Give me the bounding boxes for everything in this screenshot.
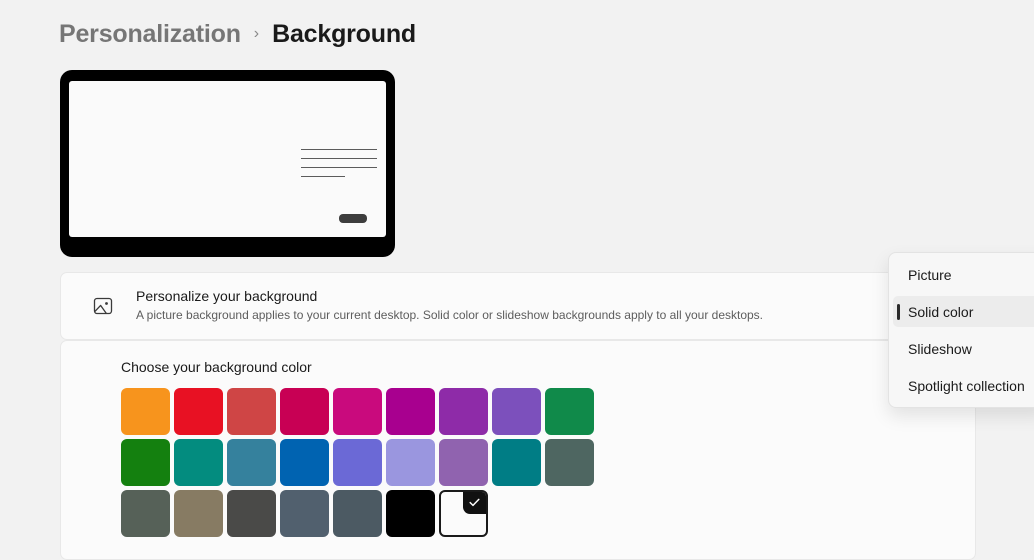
color-swatch-steel-blue[interactable] <box>227 438 276 486</box>
dropdown-item-solid-color[interactable]: Solid color <box>893 296 1034 327</box>
breadcrumb: Personalization › Background <box>59 16 416 52</box>
background-color-card: Choose your background color <box>60 340 976 560</box>
color-swatch-teal[interactable] <box>492 438 541 486</box>
dropdown-item-picture[interactable]: Picture <box>893 259 1034 290</box>
chevron-right-icon: › <box>253 25 260 42</box>
personalize-card-title: Personalize your background <box>136 287 318 304</box>
color-swatch-muted-red[interactable] <box>227 387 276 435</box>
dropdown-item-label: Picture <box>908 266 952 283</box>
color-swatch-orange[interactable] <box>121 387 170 435</box>
color-swatch-gray-green[interactable] <box>121 489 170 537</box>
color-swatch-white[interactable] <box>439 489 488 537</box>
personalize-background-card: Personalize your background A picture ba… <box>60 272 976 340</box>
preview-line <box>301 158 377 159</box>
color-swatch-crimson[interactable] <box>280 387 329 435</box>
color-swatch-blue[interactable] <box>280 438 329 486</box>
choose-color-label: Choose your background color <box>121 359 312 375</box>
color-swatch-light-purple[interactable] <box>492 387 541 435</box>
picture-icon <box>90 293 116 319</box>
color-swatch-teal-green[interactable] <box>174 438 223 486</box>
color-swatch-light-periwinkle[interactable] <box>386 438 435 486</box>
personalize-card-text: Personalize your background A picture ba… <box>136 288 763 324</box>
desktop-preview-screen <box>69 81 386 237</box>
color-swatch-purple-magenta[interactable] <box>386 387 435 435</box>
color-swatch-orchid[interactable] <box>439 438 488 486</box>
preview-line <box>301 176 346 177</box>
color-swatch-slate-green[interactable] <box>545 438 594 486</box>
preview-line <box>301 149 377 150</box>
background-type-dropdown[interactable]: Picture Solid color Slideshow Spotlight col… <box>888 252 1034 408</box>
check-icon <box>463 491 486 514</box>
dropdown-item-label: Slideshow <box>908 340 972 357</box>
preview-line <box>301 167 377 168</box>
breadcrumb-link-personalization[interactable]: Personalization <box>59 21 241 47</box>
color-swatch-purple[interactable] <box>439 387 488 435</box>
color-swatch-black[interactable] <box>386 489 435 537</box>
color-swatch-dark-gray[interactable] <box>227 489 276 537</box>
dropdown-item-label: Spotlight collection <box>908 377 1025 394</box>
preview-text-lines <box>301 149 377 185</box>
color-swatch-periwinkle[interactable] <box>333 438 382 486</box>
color-swatch-magenta[interactable] <box>333 387 382 435</box>
color-swatch-dark-slate[interactable] <box>333 489 382 537</box>
color-swatch-khaki[interactable] <box>174 489 223 537</box>
color-swatch-grid <box>121 387 955 537</box>
dropdown-item-slideshow[interactable]: Slideshow <box>893 333 1034 364</box>
dropdown-item-spotlight-collection[interactable]: Spotlight collection <box>893 370 1034 401</box>
personalize-card-subtitle: A picture background applies to your cur… <box>136 308 764 323</box>
desktop-preview-monitor <box>60 70 395 257</box>
dropdown-item-label: Solid color <box>908 303 974 320</box>
color-swatch-slate-blue-gray[interactable] <box>280 489 329 537</box>
color-swatch-dark-green[interactable] <box>121 438 170 486</box>
preview-taskbar-pill <box>339 214 367 223</box>
page-title: Background <box>272 19 416 48</box>
color-swatch-red[interactable] <box>174 387 223 435</box>
color-swatch-green[interactable] <box>545 387 594 435</box>
